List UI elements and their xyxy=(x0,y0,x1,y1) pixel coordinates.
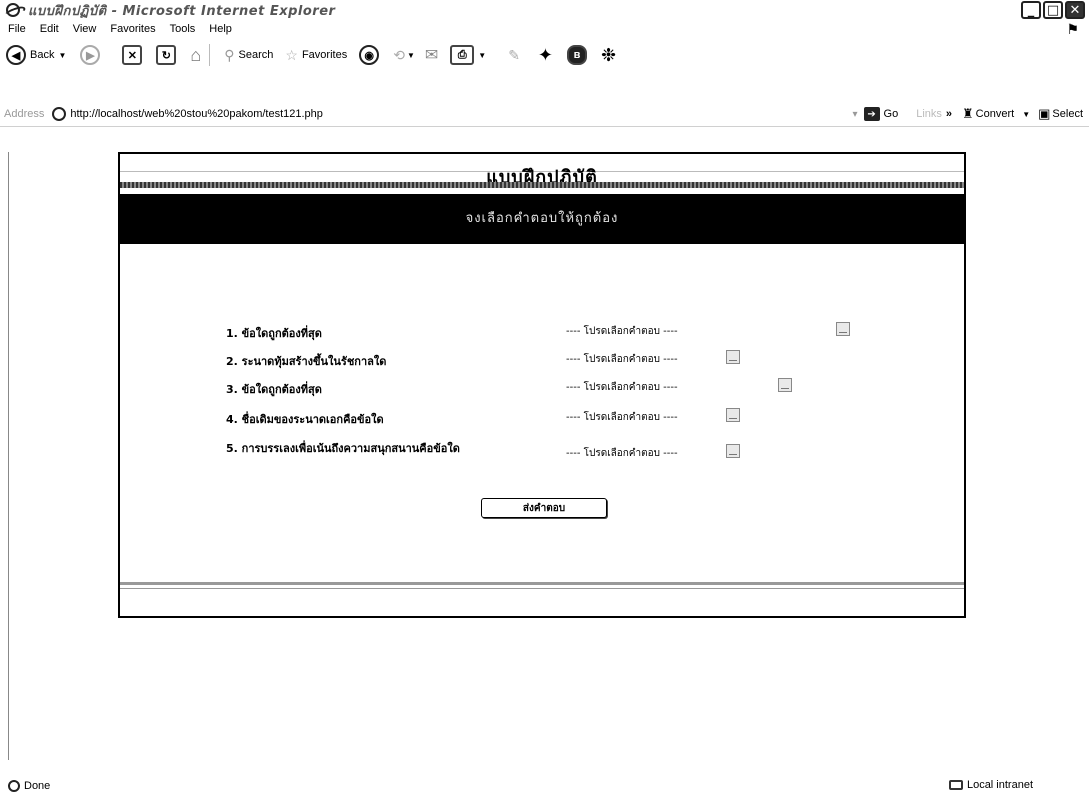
question-label: 2. ระนาดทุ้มสร้างขึ้นในรัชกาลใด xyxy=(226,355,387,368)
answer-select[interactable]: ---- โปรดเลือกคำตอบ ---- xyxy=(566,446,678,461)
quiz-panel: แบบฝึกปฏิบัติ จงเลือกคำตอบให้ถูกต้อง 1. … xyxy=(118,152,966,618)
browser-window: แบบฝึกปฏิบัติ - Microsoft Internet Explo… xyxy=(0,0,1089,797)
home-icon: ⌂ xyxy=(190,44,202,65)
back-label: Back xyxy=(30,49,55,61)
menu-view[interactable]: View xyxy=(73,23,97,35)
question-label: 1. ข้อใดถูกต้องที่สุด xyxy=(226,327,322,340)
window-title: แบบฝึกปฏิบัติ - Microsoft Internet Explo… xyxy=(28,3,336,19)
status-text: Done xyxy=(24,780,51,792)
menu-edit[interactable]: Edit xyxy=(40,23,59,35)
discuss-icon: ✦ xyxy=(537,44,554,65)
chevron-right-icon[interactable]: » xyxy=(946,108,952,120)
bluetooth-icon: ʙ xyxy=(567,45,588,65)
status-bar: Done Local intranet xyxy=(0,775,1089,797)
maximize-icon[interactable]: □ xyxy=(1043,1,1063,19)
back-dropdown-icon[interactable]: ▼ xyxy=(58,51,66,60)
result-image-icon xyxy=(836,322,850,336)
ie-logo-icon xyxy=(6,3,20,17)
search-button[interactable]: ⚲ Search xyxy=(224,47,273,64)
question-label: 4. ชื่อเดิมของระนาดเอกคือข้อใด xyxy=(226,413,384,426)
print-icon: ⎙ xyxy=(450,45,475,65)
search-label: Search xyxy=(238,49,274,61)
mail-button[interactable]: ✉ xyxy=(425,45,438,65)
security-zone: Local intranet xyxy=(948,779,1033,791)
address-label: Address xyxy=(4,108,45,120)
refresh-icon: ↻ xyxy=(156,45,177,65)
answer-select[interactable]: ---- โปรดเลือกคำตอบ ---- xyxy=(566,324,678,339)
panel-footer-rule-thin xyxy=(120,588,964,589)
menu-help[interactable]: Help xyxy=(209,23,232,35)
status-page-icon xyxy=(8,780,20,792)
panel-footer-rule xyxy=(120,582,964,585)
toolbar-separator xyxy=(209,44,211,66)
media-icon: ◉ xyxy=(359,45,380,65)
favorites-label: Favorites xyxy=(301,49,348,61)
convert-button[interactable]: Convert xyxy=(976,108,1015,120)
refresh-button[interactable]: ↻ xyxy=(156,45,177,65)
title-bar: แบบฝึกปฏิบัติ - Microsoft Internet Explo… xyxy=(0,0,1089,20)
minimize-icon[interactable]: _ xyxy=(1021,1,1041,19)
answer-select[interactable]: ---- โปรดเลือกคำตอบ ---- xyxy=(566,380,678,395)
window-controls: _ □ ✕ xyxy=(1021,1,1085,19)
close-icon[interactable]: ✕ xyxy=(1065,1,1085,19)
menu-file[interactable]: File xyxy=(8,23,26,35)
history-button[interactable]: ⟲ ▼ xyxy=(393,47,415,64)
links-label[interactable]: Links xyxy=(916,108,942,120)
home-button[interactable]: ⌂ xyxy=(190,45,201,66)
answer-select[interactable]: ---- โปรดเลือกคำตอบ ---- xyxy=(566,410,678,425)
menu-bar: File Edit View Favorites Tools Help ⚑ xyxy=(0,20,1089,38)
search-icon: ⚲ xyxy=(224,46,235,63)
go-arrow-icon[interactable]: ➔ xyxy=(863,107,880,121)
address-bar: Address http://localhost/web%20stou%20pa… xyxy=(0,104,1089,124)
address-right-group: ▾ ➔ Go Links » ♜ Convert ▼ ▣ Select xyxy=(852,104,1089,124)
windows-flag-icon: ⚑ xyxy=(1066,21,1079,37)
convert-dropdown-icon[interactable]: ▼ xyxy=(1022,110,1030,119)
edit-icon: ✎ xyxy=(508,46,520,63)
favorites-button[interactable]: ☆ Favorites xyxy=(285,47,347,64)
page-icon xyxy=(52,107,67,121)
content-left-border xyxy=(8,152,9,760)
select-icon: ▣ xyxy=(1038,106,1051,121)
mail-icon: ✉ xyxy=(424,47,439,64)
print-dropdown-icon[interactable]: ▼ xyxy=(478,51,486,60)
submit-button[interactable]: ส่งคำตอบ xyxy=(481,498,607,518)
forward-arrow-icon: ▶ xyxy=(80,45,101,65)
media-button[interactable]: ◉ xyxy=(359,45,380,65)
go-button[interactable]: Go xyxy=(884,108,899,120)
convert-icon: ♜ xyxy=(962,106,974,121)
zone-label: Local intranet xyxy=(966,779,1033,791)
toolbar-border xyxy=(0,126,1089,127)
favorites-star-icon: ☆ xyxy=(285,46,298,63)
address-input[interactable]: http://localhost/web%20stou%20pakom/test… xyxy=(70,108,323,120)
result-image-icon xyxy=(726,444,740,458)
stop-icon: ✕ xyxy=(122,45,143,65)
back-arrow-icon: ◀ xyxy=(6,45,26,65)
forward-button[interactable]: ▶ xyxy=(80,45,101,65)
messenger-button[interactable]: ❉ xyxy=(601,45,616,66)
select-button[interactable]: Select xyxy=(1052,108,1083,120)
address-dropdown-icon[interactable]: ▾ xyxy=(852,109,857,120)
result-image-icon xyxy=(726,408,740,422)
back-button[interactable]: ◀ Back ▼ xyxy=(6,45,66,65)
stop-button[interactable]: ✕ xyxy=(122,45,143,65)
answer-select[interactable]: ---- โปรดเลือกคำตอบ ---- xyxy=(566,352,678,367)
standard-toolbar: ◀ Back ▼ ▶ ✕ ↻ ⌂ ⚲ Search ☆ Favorites ◉ … xyxy=(0,40,1089,70)
intranet-icon xyxy=(948,780,963,790)
result-image-icon xyxy=(726,350,740,364)
history-icon: ⟲ xyxy=(393,46,405,63)
instruction-banner: จงเลือกคำตอบให้ถูกต้อง xyxy=(120,194,964,244)
bluetooth-button[interactable]: ʙ xyxy=(567,45,588,65)
question-label: 5. การบรรเลงเพื่อเน้นถึงความสนุกสนานคือข… xyxy=(226,442,460,455)
title-stripe xyxy=(120,182,964,188)
history-dropdown-icon[interactable]: ▼ xyxy=(407,51,415,60)
menu-tools[interactable]: Tools xyxy=(170,23,196,35)
discuss-button[interactable]: ✦ xyxy=(538,45,553,66)
menu-favorites[interactable]: Favorites xyxy=(110,23,155,35)
print-button[interactable]: ⎙ ▼ xyxy=(450,45,486,65)
edit-button[interactable]: ✎ xyxy=(508,47,520,64)
question-label: 3. ข้อใดถูกต้องที่สุด xyxy=(226,383,322,396)
messenger-icon: ❉ xyxy=(601,44,617,65)
result-image-icon xyxy=(778,378,792,392)
